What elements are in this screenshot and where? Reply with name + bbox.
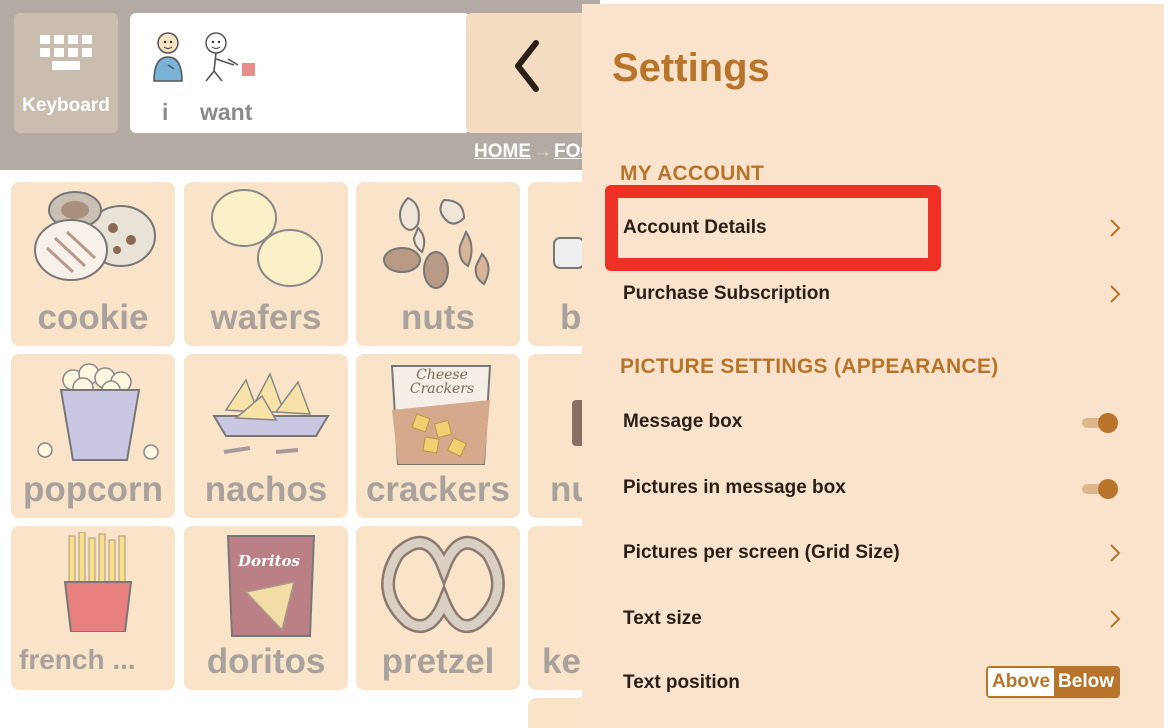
tile-label: pretzel <box>381 642 495 681</box>
tile-cookie[interactable]: cookie <box>11 182 175 346</box>
tile-popcorn[interactable]: popcorn <box>11 354 175 518</box>
message-box-row[interactable]: Message box <box>612 395 1122 451</box>
text-position-above-option[interactable]: Above <box>987 668 1055 696</box>
pictures-in-message-box-toggle[interactable] <box>1082 479 1118 499</box>
tile-label: wafers <box>210 298 322 337</box>
tile-label: nuts <box>401 298 475 337</box>
tile-label: popcorn <box>23 470 163 509</box>
grid-size-row[interactable]: Pictures per screen (Grid Size) <box>612 526 1122 582</box>
tile-label: crackers <box>365 470 511 509</box>
french-fries-icon <box>63 532 133 632</box>
text-position-segmented-control: Above Below <box>985 666 1120 698</box>
tile-label: french ... <box>19 644 136 675</box>
tile-pretzel[interactable]: pretzel <box>356 526 520 690</box>
account-details-row[interactable]: Account Details <box>612 201 1122 257</box>
text-position-below-option[interactable]: Below <box>1054 668 1118 696</box>
text-position-row: Text position Above Below <box>612 656 1122 712</box>
text-size-row[interactable]: Text size <box>612 592 1122 648</box>
nuts-icon <box>383 196 490 289</box>
row-label: Account Details <box>623 217 767 238</box>
tile-wafers[interactable]: wafers <box>184 182 348 346</box>
settings-panel: Settings MY ACCOUNT Account Details Purc… <box>582 4 1164 728</box>
settings-title: Settings <box>612 46 770 90</box>
person-i-icon <box>153 32 183 82</box>
breadcrumb: HOME → FOO <box>474 141 595 163</box>
tile-label: cookie <box>37 298 149 337</box>
chevron-right-icon <box>1110 610 1121 628</box>
tile-nachos[interactable]: nachos <box>184 354 348 518</box>
message-box[interactable]: i want <box>130 13 470 133</box>
doritos-bag-text: Doritos <box>238 552 300 570</box>
wafers-icon <box>211 189 323 287</box>
chevron-right-icon <box>1110 544 1121 562</box>
top-bar: Keyboard i want HOME → FOO <box>0 0 606 170</box>
row-label: Text size <box>623 608 702 629</box>
section-heading-my-account: MY ACCOUNT <box>620 162 765 185</box>
tile-label: doritos <box>206 642 326 681</box>
pretzel-icon <box>381 535 505 633</box>
arrow-right-icon: → <box>533 141 552 162</box>
tile-crackers[interactable]: Cheese Crackers crackers <box>356 354 520 518</box>
message-word-label: want <box>200 99 253 125</box>
person-want-icon <box>205 32 255 82</box>
row-label: Text position <box>623 672 740 693</box>
purchase-subscription-row[interactable]: Purchase Subscription <box>612 267 1122 323</box>
row-label: Purchase Subscription <box>623 283 830 304</box>
chevron-right-icon <box>1110 285 1121 303</box>
tile-nuts[interactable]: nuts <box>356 182 520 346</box>
chevron-right-icon <box>1110 219 1121 237</box>
keyboard-label: Keyboard <box>22 95 110 116</box>
tile-label: nachos <box>204 470 328 509</box>
section-heading-picture-settings: PICTURE SETTINGS (APPEARANCE) <box>620 355 999 378</box>
picture-grid: cookie wafers nuts b popcorn nachos Chee… <box>0 170 628 728</box>
row-label: Pictures per screen (Grid Size) <box>623 542 900 563</box>
back-chevron-icon <box>515 40 539 92</box>
keyboard-button[interactable]: Keyboard <box>14 13 118 133</box>
row-label: Message box <box>623 411 743 432</box>
message-box-toggle[interactable] <box>1082 413 1118 433</box>
tile-french-fries[interactable]: french ... <box>11 526 175 690</box>
message-word-want[interactable]: want <box>196 13 266 133</box>
keyboard-icon <box>40 35 92 70</box>
message-word-label: i <box>162 99 169 125</box>
nachos-icon <box>212 372 330 454</box>
row-label: Pictures in message box <box>623 477 846 498</box>
crackers-bag-text: Cheese Crackers <box>409 367 475 397</box>
message-word-i[interactable]: i <box>148 13 188 133</box>
popcorn-icon <box>37 363 159 461</box>
doritos-icon <box>226 535 316 637</box>
cookie-icon <box>34 191 156 281</box>
tile-doritos[interactable]: Doritos doritos <box>184 526 348 690</box>
pictures-in-message-box-row[interactable]: Pictures in message box <box>612 461 1122 517</box>
breadcrumb-home[interactable]: HOME <box>474 141 531 162</box>
